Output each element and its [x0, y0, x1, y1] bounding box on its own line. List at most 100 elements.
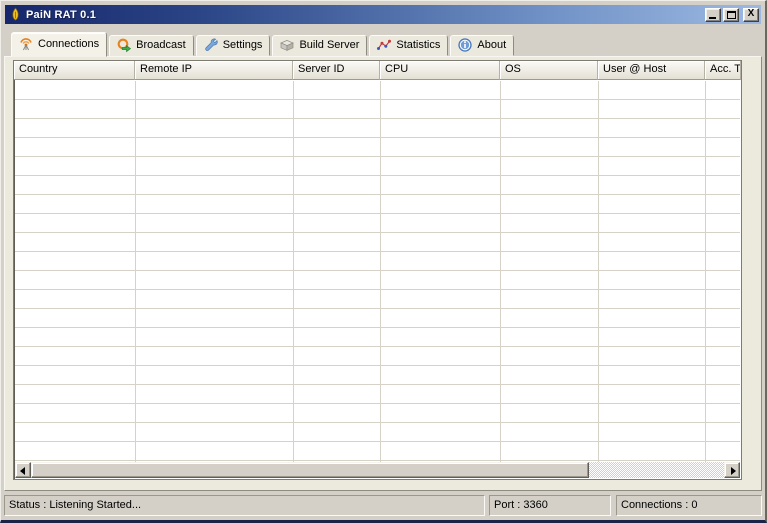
grid-cell	[381, 100, 501, 118]
grid-cell	[501, 366, 599, 384]
grid-cell	[15, 233, 136, 251]
grid-cell	[706, 404, 740, 422]
grid-cell	[15, 271, 136, 289]
grid-cell	[706, 195, 740, 213]
table-row	[15, 347, 740, 366]
tab-label: Broadcast	[136, 39, 186, 51]
listview-body[interactable]	[15, 81, 740, 462]
grid-cell	[136, 176, 294, 194]
column-header-user-host[interactable]: User @ Host	[598, 61, 705, 80]
scroll-right-button[interactable]	[724, 462, 740, 478]
grid-cell	[15, 309, 136, 327]
grid-cell	[706, 271, 740, 289]
grid-cell	[381, 157, 501, 175]
close-icon: X	[747, 8, 755, 19]
scrollbar-thumb[interactable]	[31, 462, 589, 478]
grid-cell	[599, 119, 706, 137]
grid-cell	[136, 100, 294, 118]
grid-cell	[599, 328, 706, 346]
grid-cell	[706, 442, 740, 460]
grid-cell	[294, 100, 381, 118]
tab-about[interactable]: About	[450, 35, 515, 56]
table-row	[15, 176, 740, 195]
grid-cell	[381, 195, 501, 213]
horizontal-scrollbar[interactable]	[15, 462, 740, 478]
grid-cell	[136, 157, 294, 175]
grid-cell	[599, 214, 706, 232]
grid-cell	[294, 442, 381, 460]
tab-broadcast[interactable]: Broadcast	[109, 35, 194, 56]
grid-cell	[706, 119, 740, 137]
window-title: PaiN RAT 0.1	[26, 8, 97, 21]
close-button[interactable]: X	[743, 7, 759, 22]
scrollbar-track[interactable]	[589, 462, 724, 478]
grid-cell	[501, 271, 599, 289]
titlebar[interactable]: PaiN RAT 0.1 X	[5, 5, 761, 24]
table-row	[15, 366, 740, 385]
minimize-button[interactable]	[705, 7, 721, 22]
tab-build-server[interactable]: Build Server	[272, 35, 368, 56]
grid-cell	[381, 290, 501, 308]
grid-cell	[15, 290, 136, 308]
grid-cell	[706, 347, 740, 365]
grid-cell	[599, 81, 706, 99]
grid-cell	[599, 385, 706, 403]
grid-cell	[501, 157, 599, 175]
grid-cell	[501, 290, 599, 308]
tab-statistics[interactable]: Statistics	[369, 35, 449, 56]
grid-cell	[381, 233, 501, 251]
app-window: PaiN RAT 0.1 X Connections Broadcast Set…	[0, 0, 767, 523]
scroll-left-button[interactable]	[15, 462, 31, 478]
column-header-server-id[interactable]: Server ID	[293, 61, 380, 80]
arrow-left-icon	[20, 467, 25, 475]
grid-cell	[381, 271, 501, 289]
grid-cell	[381, 309, 501, 327]
grid-cell	[381, 252, 501, 270]
info-icon	[458, 38, 472, 52]
grid-cell	[15, 81, 136, 99]
grid-cell	[706, 385, 740, 403]
arrow-right-icon	[731, 467, 736, 475]
tab-settings[interactable]: Settings	[195, 35, 271, 56]
box-icon	[280, 40, 295, 51]
grid-cell	[599, 252, 706, 270]
grid-cell	[706, 138, 740, 156]
grid-cell	[381, 119, 501, 137]
tab-connections[interactable]: Connections	[11, 32, 108, 57]
grid-cell	[706, 233, 740, 251]
table-row	[15, 195, 740, 214]
grid-cell	[294, 328, 381, 346]
grid-cell	[294, 252, 381, 270]
grid-cell	[136, 119, 294, 137]
connections-listview[interactable]: Country Remote IP Server ID CPU OS User …	[13, 60, 742, 480]
grid-cell	[381, 442, 501, 460]
grid-cell	[599, 347, 706, 365]
column-header-remote-ip[interactable]: Remote IP	[135, 61, 293, 80]
grid-cell	[136, 81, 294, 99]
grid-cell	[294, 119, 381, 137]
grid-cell	[381, 404, 501, 422]
grid-cell	[599, 309, 706, 327]
antenna-icon	[20, 38, 32, 51]
grid-cell	[501, 423, 599, 441]
column-header-country[interactable]: Country	[14, 61, 135, 80]
grid-cell	[136, 442, 294, 460]
tab-label: Connections	[38, 38, 100, 50]
tab-page-connections: Country Remote IP Server ID CPU OS User …	[4, 56, 762, 491]
maximize-button[interactable]	[723, 7, 739, 22]
grid-cell	[294, 214, 381, 232]
broadcast-icon	[117, 38, 132, 53]
grid-cell	[136, 195, 294, 213]
grid-cell	[501, 442, 599, 460]
table-row	[15, 100, 740, 119]
grid-cell	[294, 347, 381, 365]
grid-cell	[294, 404, 381, 422]
table-row	[15, 81, 740, 100]
column-header-os[interactable]: OS	[500, 61, 598, 80]
grid-cell	[294, 385, 381, 403]
grid-cell	[136, 404, 294, 422]
column-header-cpu[interactable]: CPU	[380, 61, 500, 80]
grid-cell	[136, 366, 294, 384]
grid-cell	[136, 385, 294, 403]
column-header-acc-type[interactable]: Acc. Typ	[705, 61, 741, 80]
